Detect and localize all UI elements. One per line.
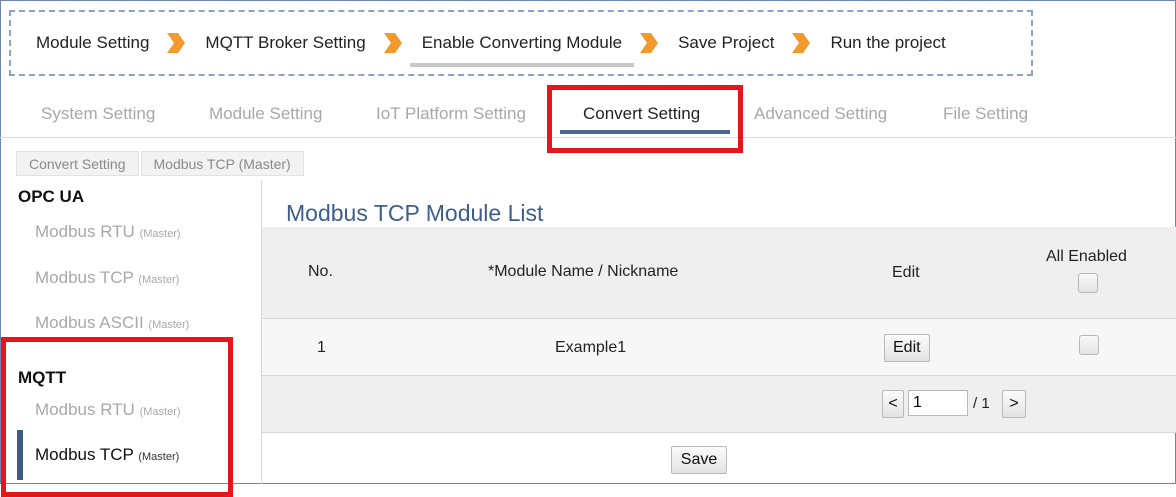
page-title: Modbus TCP Module List	[286, 200, 544, 226]
sidebar-item-label: Modbus ASCII	[35, 313, 144, 332]
row-no: 1	[317, 339, 326, 356]
edit-button[interactable]: Edit	[884, 334, 930, 362]
wizard-step-run-the-project[interactable]: Run the project	[830, 33, 945, 53]
breadcrumb-convert-setting[interactable]: Convert Setting	[16, 151, 139, 176]
chevron-right-icon	[167, 33, 186, 53]
chevron-right-icon	[383, 33, 402, 53]
sidebar-item-opcua-modbus-rtu[interactable]: Modbus RTU (Master)	[35, 222, 181, 242]
pager-total: / 1	[973, 395, 990, 412]
save-button[interactable]: Save	[671, 446, 727, 474]
tab-iot-platform-setting[interactable]: IoT Platform Setting	[376, 104, 526, 124]
wizard-step-module-setting[interactable]: Module Setting	[36, 33, 149, 53]
tab-advanced-setting[interactable]: Advanced Setting	[754, 104, 887, 124]
tab-file-setting[interactable]: File Setting	[943, 104, 1028, 124]
sidebar-item-opcua-modbus-tcp[interactable]: Modbus TCP (Master)	[35, 268, 179, 288]
row-enabled-checkbox[interactable]	[1079, 335, 1099, 355]
chevron-right-icon	[640, 33, 659, 53]
table-header-row: No. *Module Name / Nickname Edit All Ena…	[262, 227, 1176, 319]
wizard-step-mqtt-broker-setting[interactable]: MQTT Broker Setting	[205, 33, 365, 53]
wizard-steps: Module Setting MQTT Broker Setting Enabl…	[9, 10, 1033, 76]
column-header-module-name: *Module Name / Nickname	[488, 263, 679, 280]
all-enabled-checkbox[interactable]	[1078, 273, 1098, 293]
sidebar-group-opc-ua: OPC UA	[18, 187, 85, 206]
column-header-no: No.	[308, 263, 333, 280]
next-page-button[interactable]: >	[1002, 390, 1026, 418]
sidebar-item-opcua-modbus-ascii[interactable]: Modbus ASCII (Master)	[35, 313, 189, 333]
column-header-all-enabled: All Enabled	[1046, 248, 1127, 265]
breadcrumb-modbus-tcp-master[interactable]: Modbus TCP (Master)	[140, 151, 304, 176]
pager-row: < / 1 >	[262, 376, 1176, 433]
column-header-edit: Edit	[892, 264, 920, 281]
wizard-step-enable-converting-module[interactable]: Enable Converting Module	[409, 33, 635, 67]
sidebar-item-sub: (Master)	[148, 319, 190, 331]
sidebar-item-label: Modbus TCP	[35, 268, 134, 287]
row-module-name: Example1	[555, 339, 627, 356]
sidebar-item-sub: (Master)	[138, 274, 180, 286]
sidebar-item-sub: (Master)	[139, 228, 181, 240]
sidebar-item-label: Modbus RTU	[35, 222, 135, 241]
wizard-step-save-project[interactable]: Save Project	[678, 33, 774, 53]
highlight-box-convert-setting	[547, 85, 743, 153]
page-number-input[interactable]	[908, 390, 968, 416]
breadcrumb: Convert Setting Modbus TCP (Master)	[16, 151, 304, 176]
highlight-box-mqtt	[1, 337, 233, 497]
tab-system-setting[interactable]: System Setting	[41, 104, 155, 124]
tab-module-setting[interactable]: Module Setting	[209, 104, 322, 124]
prev-page-button[interactable]: <	[882, 390, 904, 418]
chevron-right-icon	[792, 33, 811, 53]
table-row: 1 Example1 Edit	[262, 319, 1176, 376]
